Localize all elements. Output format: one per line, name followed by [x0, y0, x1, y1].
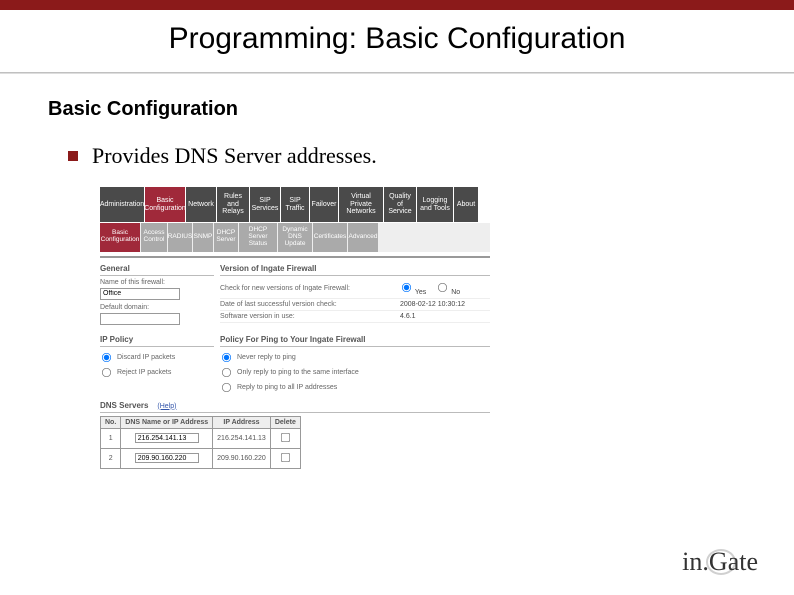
slide-title: Programming: Basic Configuration	[0, 10, 794, 72]
reject-radio[interactable]	[102, 367, 111, 376]
dns-help-link[interactable]: (Help)	[157, 403, 176, 410]
tab-failover[interactable]: Failover	[310, 187, 338, 222]
tab-sip-traffic[interactable]: SIP Traffic	[281, 187, 309, 222]
version-check-yes-radio[interactable]	[402, 282, 411, 291]
tab-qos[interactable]: Quality of Service	[384, 187, 416, 222]
subtab-dhcp-server[interactable]: DHCP Server	[214, 223, 238, 251]
last-check-value: 2008-02-12 10:30:12	[400, 301, 490, 308]
ping-all-radio[interactable]	[222, 382, 231, 391]
bullet-square-icon	[68, 151, 78, 161]
discard-label: Discard IP packets	[117, 354, 175, 361]
discard-radio[interactable]	[102, 352, 111, 361]
ip-policy-heading: IP Policy	[100, 333, 214, 347]
logo-g: G	[709, 547, 728, 576]
dns-row1-delete-checkbox[interactable]	[281, 432, 290, 441]
dns-row-2: 2 209.90.160.220	[101, 448, 301, 468]
bullet-text: Provides DNS Server addresses.	[92, 143, 377, 169]
dns-row1-no: 1	[101, 428, 121, 448]
dns-row2-ip: 209.90.160.220	[213, 448, 271, 468]
subtab-basic-configuration[interactable]: Basic Configuration	[100, 223, 140, 251]
firewall-name-input[interactable]	[100, 288, 180, 300]
bullet-item: Provides DNS Server addresses.	[68, 143, 746, 169]
dns-row1-ip: 216.254.141.13	[213, 428, 271, 448]
sw-version-value: 4.6.1	[400, 313, 490, 320]
tab-rules-relays[interactable]: Rules and Relays	[217, 187, 249, 222]
section-heading: Basic Configuration	[48, 98, 746, 121]
default-domain-label: Default domain:	[100, 304, 214, 311]
ping-same-label: Only reply to ping to the same interface	[237, 369, 359, 376]
dns-row2-no: 2	[101, 448, 121, 468]
tab-sip-services[interactable]: SIP Services	[250, 187, 280, 222]
tab-network[interactable]: Network	[186, 187, 216, 222]
version-check-label: Check for new versions of Ingate Firewal…	[220, 285, 400, 292]
dns-row2-name-input[interactable]	[135, 453, 199, 463]
logo-in: in.	[682, 547, 709, 576]
default-domain-input[interactable]	[100, 313, 180, 325]
ping-never-label: Never reply to ping	[237, 354, 296, 361]
yes-text: Yes	[415, 289, 426, 296]
general-heading: General	[100, 262, 214, 276]
tab-administration[interactable]: Administration	[100, 187, 144, 222]
ping-same-radio[interactable]	[222, 367, 231, 376]
subtab-radius[interactable]: RADIUS	[168, 223, 192, 251]
config-screenshot: Administration Basic Configuration Netwo…	[100, 187, 490, 469]
dns-row1-name-input[interactable]	[135, 433, 199, 443]
sw-version-label: Software version in use:	[220, 313, 400, 320]
version-check-yes-label[interactable]: Yes	[400, 281, 426, 296]
subtab-dhcp-server-status[interactable]: DHCP Server Status	[239, 223, 277, 251]
version-check-no-label[interactable]: No	[436, 281, 460, 296]
subtab-access-control[interactable]: Access Control	[141, 223, 167, 251]
version-check-no-radio[interactable]	[438, 282, 447, 291]
main-tab-bar: Administration Basic Configuration Netwo…	[100, 187, 490, 222]
ip-policy-reject[interactable]: Reject IP packets	[100, 365, 214, 380]
tab-about[interactable]: About	[454, 187, 478, 222]
dns-col-ip: IP Address	[213, 416, 271, 428]
logo-g-icon: G	[709, 547, 728, 577]
ingate-logo: in.Gate	[682, 547, 758, 577]
sub-tab-bar: Basic Configuration Access Control RADIU…	[100, 223, 490, 251]
last-check-label: Date of last successful version check:	[220, 301, 400, 308]
dns-row-1: 1 216.254.141.13	[101, 428, 301, 448]
subtab-advanced[interactable]: Advanced	[348, 223, 378, 251]
dns-row2-delete-checkbox[interactable]	[281, 452, 290, 461]
no-text: No	[451, 289, 460, 296]
subtab-snmp[interactable]: SNMP	[193, 223, 213, 251]
reject-label: Reject IP packets	[117, 369, 171, 376]
version-heading: Version of Ingate Firewall	[220, 262, 490, 276]
dns-col-delete: Delete	[270, 416, 300, 428]
tab-logging[interactable]: Logging and Tools	[417, 187, 453, 222]
dns-col-name: DNS Name or IP Address	[121, 416, 213, 428]
top-accent-bar	[0, 0, 794, 10]
ping-policy-heading: Policy For Ping to Your Ingate Firewall	[220, 333, 490, 347]
dns-heading: DNS Servers (Help)	[100, 399, 490, 413]
dns-heading-text: DNS Servers	[100, 401, 148, 410]
ping-never[interactable]: Never reply to ping	[220, 350, 490, 365]
tab-vpn[interactable]: Virtual Private Networks	[339, 187, 383, 222]
subtab-certificates[interactable]: Certificates	[313, 223, 347, 251]
tab-basic-configuration[interactable]: Basic Configuration	[145, 187, 185, 222]
ip-policy-discard[interactable]: Discard IP packets	[100, 350, 214, 365]
dns-table: No. DNS Name or IP Address IP Address De…	[100, 416, 301, 469]
subtab-dynamic-dns-update[interactable]: Dynamic DNS Update	[278, 223, 312, 251]
firewall-name-label: Name of this firewall:	[100, 279, 214, 286]
ping-all-label: Reply to ping to all IP addresses	[237, 384, 337, 391]
dns-col-no: No.	[101, 416, 121, 428]
logo-ate: ate	[728, 547, 758, 576]
ping-never-radio[interactable]	[222, 352, 231, 361]
ping-all[interactable]: Reply to ping to all IP addresses	[220, 380, 490, 395]
ping-same-interface[interactable]: Only reply to ping to the same interface	[220, 365, 490, 380]
